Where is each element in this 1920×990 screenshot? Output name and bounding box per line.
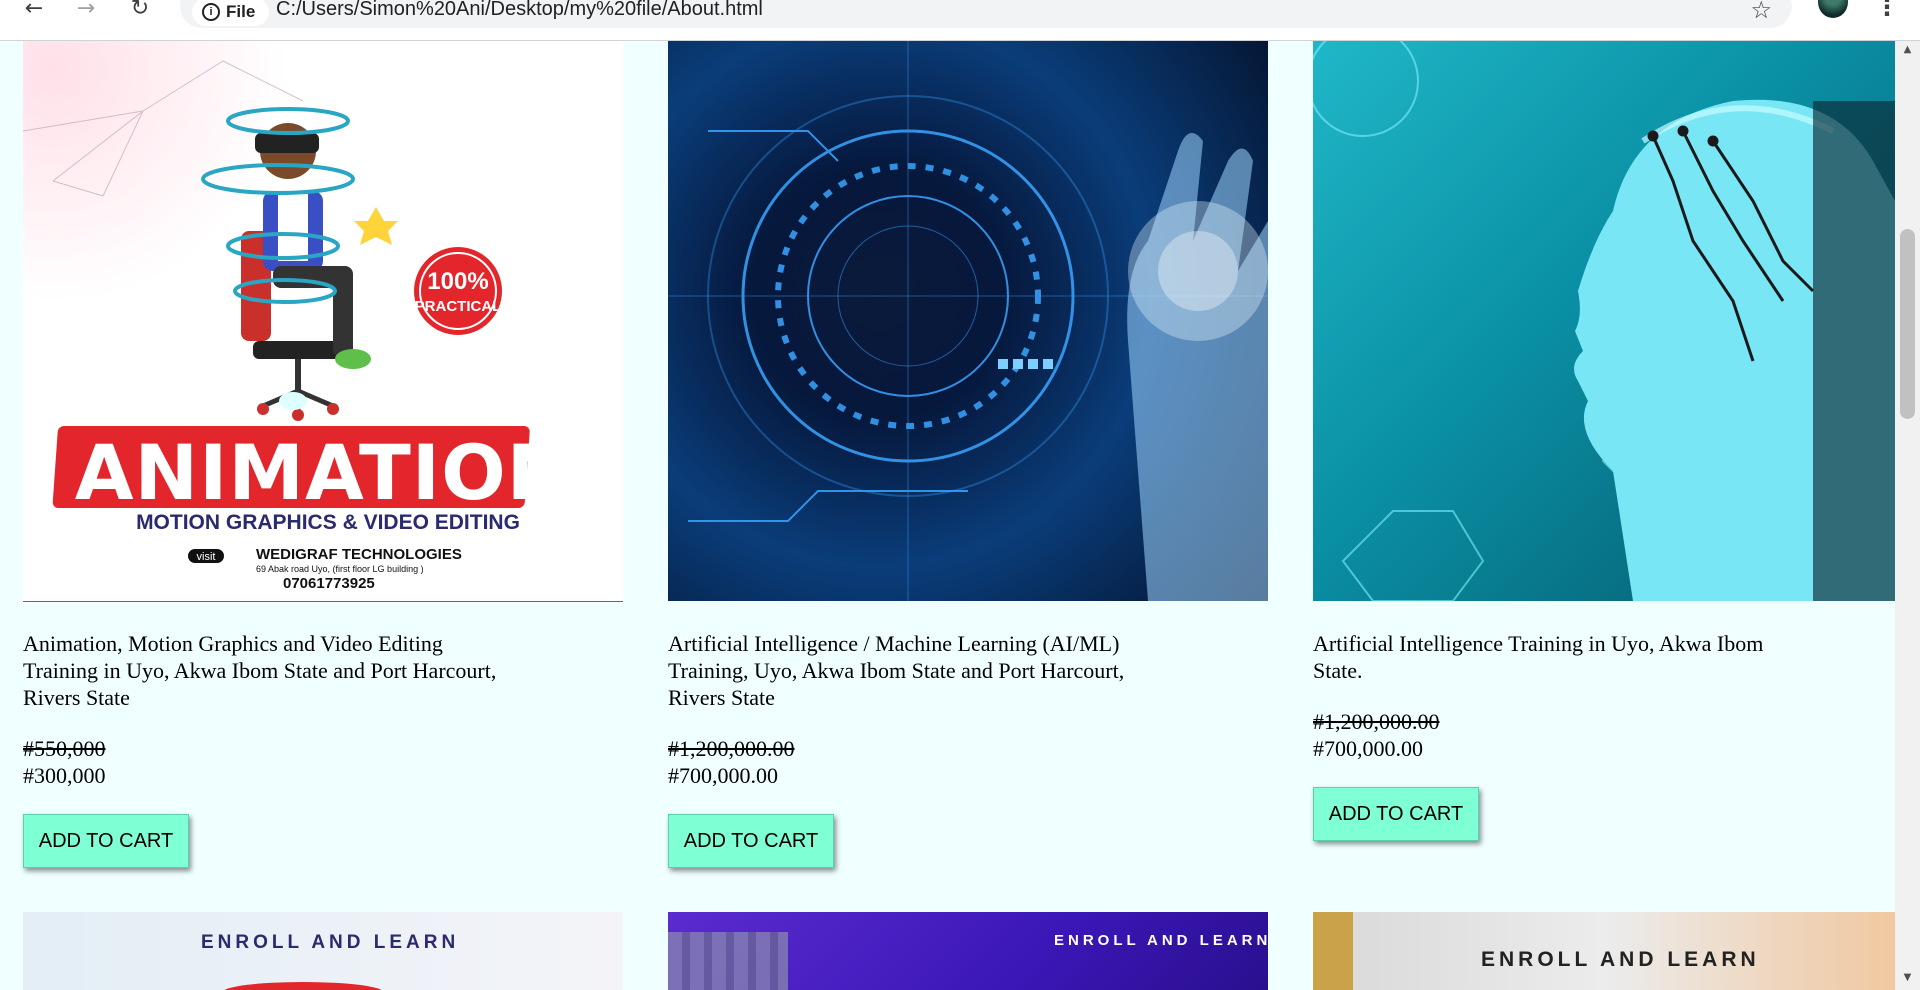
scroll-thumb[interactable] xyxy=(1900,229,1915,419)
add-to-cart-button[interactable]: ADD TO CART xyxy=(668,814,834,868)
badge-top-text: 100% xyxy=(427,268,488,295)
profile-avatar[interactable] xyxy=(1818,0,1848,18)
new-price: #700,000.00 xyxy=(1313,736,1423,761)
new-price: #300,000 xyxy=(23,763,106,788)
animation-subline: MOTION GRAPHICS & VIDEO EDITING xyxy=(136,511,520,534)
badge-bottom-text: PRACTICAL xyxy=(415,298,502,315)
info-icon: i xyxy=(202,3,220,21)
company-name: WEDIGRAF TECHNOLOGIES xyxy=(256,546,462,563)
bookmark-star-icon[interactable]: ☆ xyxy=(1750,0,1772,22)
old-price: #1,200,000.00 xyxy=(668,736,795,761)
animation-headline: ANIMATION xyxy=(75,428,572,517)
course-card-ai-ml xyxy=(668,41,1268,601)
ai-course-image xyxy=(1313,41,1895,601)
back-icon[interactable]: ← xyxy=(14,0,54,21)
enroll-label: ENROLL AND LEARN xyxy=(201,932,460,953)
site-info-label: File xyxy=(226,2,256,21)
forward-icon[interactable]: → xyxy=(66,0,106,21)
course-title[interactable]: Artificial Intelligence Training in Uyo,… xyxy=(1313,630,1773,684)
red-shape xyxy=(223,982,383,990)
old-price: #550,000 xyxy=(23,736,106,761)
old-price: #1,200,000.00 xyxy=(1313,709,1440,734)
more-menu-icon[interactable]: ⋮ xyxy=(1875,0,1899,22)
enroll-label: ENROLL AND LEARN xyxy=(1481,948,1760,971)
site-info-button[interactable]: i File xyxy=(192,0,270,26)
enroll-label: ENROLL AND LEARN xyxy=(1054,932,1268,949)
reload-icon[interactable]: ↻ xyxy=(120,0,160,21)
course-title[interactable]: Animation, Motion Graphics and Video Edi… xyxy=(23,630,503,711)
ai-ml-illustration xyxy=(668,41,1268,601)
ruler-shape xyxy=(1313,912,1353,990)
new-price: #700,000.00 xyxy=(668,763,778,788)
next-course-card-3: ENROLL AND LEARN xyxy=(1313,912,1895,990)
next-course-card-1: ENROLL AND LEARN xyxy=(23,912,623,990)
animation-illustration: 100% PRACTICAL ANIMATION MOTION GRAPHICS… xyxy=(23,60,572,592)
scroll-up-arrow-icon[interactable]: ▲ xyxy=(1895,41,1920,59)
url-text[interactable]: C:/Users/Simon%20Ani/Desktop/my%20file/A… xyxy=(276,0,763,21)
ai-ml-course-image xyxy=(668,41,1268,601)
circuit-breakers-shape xyxy=(668,932,788,990)
course-card-ai xyxy=(1313,41,1895,601)
course-title[interactable]: Artificial Intelligence / Machine Learni… xyxy=(668,630,1148,711)
company-address: 69 Abak road Uyo, (first floor LG buildi… xyxy=(256,564,424,574)
animation-course-image: 100% PRACTICAL ANIMATION MOTION GRAPHICS… xyxy=(23,41,623,602)
course-card-animation: 100% PRACTICAL ANIMATION MOTION GRAPHICS… xyxy=(23,41,623,602)
scroll-down-arrow-icon[interactable]: ▼ xyxy=(1895,969,1920,987)
browser-toolbar: ← → ↻ i File C:/Users/Simon%20Ani/Deskto… xyxy=(0,0,1920,41)
visit-label: visit xyxy=(197,551,216,563)
ai-illustration xyxy=(1313,41,1895,601)
add-to-cart-button[interactable]: ADD TO CART xyxy=(1313,787,1479,841)
next-course-card-2: ENROLL AND LEARN xyxy=(668,912,1268,990)
page-scrollbar[interactable]: ▲ ▼ xyxy=(1895,41,1920,990)
company-phone: 07061773925 xyxy=(283,575,375,592)
add-to-cart-button[interactable]: ADD TO CART xyxy=(23,814,189,868)
address-bar[interactable]: i File C:/Users/Simon%20Ani/Desktop/my%2… xyxy=(180,0,1792,28)
